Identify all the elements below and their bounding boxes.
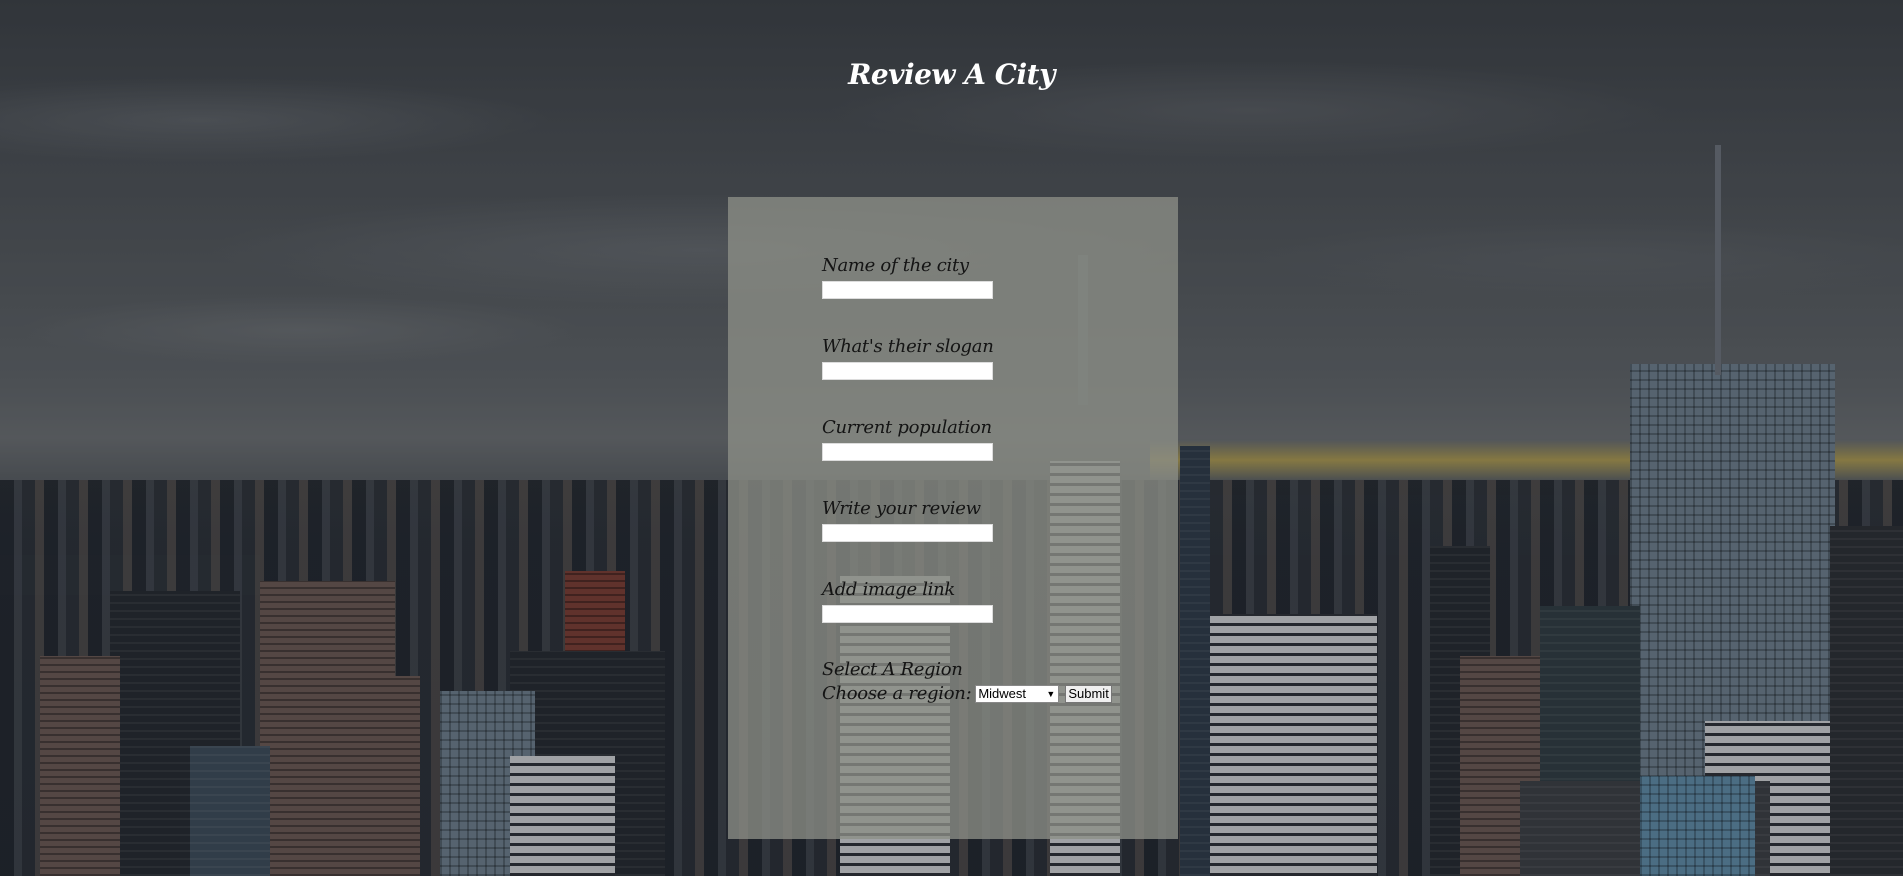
region-row: Choose a region: Midwest ▼ Submit (822, 683, 1162, 704)
image-link-input[interactable] (822, 605, 993, 623)
page-title: Review A City (848, 58, 1055, 91)
region-select[interactable]: Midwest ▼ (975, 684, 1060, 703)
slogan-input[interactable] (822, 362, 993, 380)
review-label: Write your review (822, 498, 981, 519)
population-field: Current population (822, 417, 1122, 461)
region-label: Choose a region: (822, 683, 972, 704)
chevron-down-icon: ▼ (1046, 688, 1056, 699)
submit-button[interactable]: Submit (1065, 684, 1112, 703)
city-name-label: Name of the city (822, 255, 969, 276)
city-name-input[interactable] (822, 281, 993, 299)
review-input[interactable] (822, 524, 993, 542)
image-link-label: Add image link (822, 579, 956, 600)
region-section-title: Select A Region (822, 659, 963, 680)
slogan-field: What's their slogan (822, 336, 1122, 380)
region-section: Select A Region Choose a region: Midwest… (822, 659, 1162, 704)
city-name-field: Name of the city (822, 255, 1122, 299)
review-field: Write your review (822, 498, 1122, 542)
population-label: Current population (822, 417, 992, 438)
slogan-label: What's their slogan (822, 336, 994, 357)
image-link-field: Add image link (822, 579, 1122, 623)
region-selected-value: Midwest (978, 686, 1027, 701)
population-input[interactable] (822, 443, 993, 461)
review-form-panel: Name of the city What's their slogan Cur… (728, 197, 1178, 839)
